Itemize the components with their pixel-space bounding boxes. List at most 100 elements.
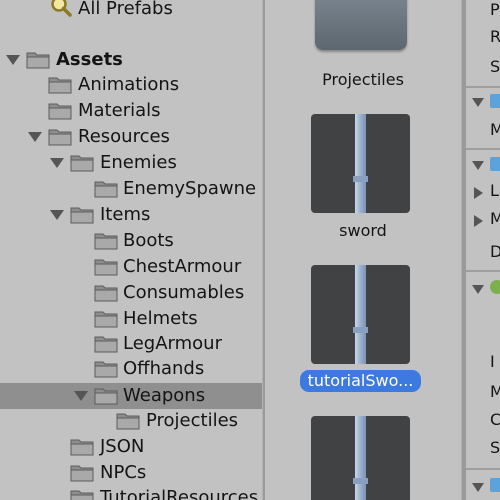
tree-item-label: NPCs [100, 462, 147, 483]
folder-icon [94, 361, 118, 378]
asset-sword-variant[interactable] [265, 416, 461, 500]
folder-icon [26, 52, 50, 69]
tree-item-label: TutorialResources [100, 487, 259, 500]
tree-item-npcs[interactable]: NPCs [0, 460, 262, 486]
expand-arrow-icon[interactable] [50, 210, 64, 220]
inspector-field-label: M [490, 382, 500, 401]
script-component-icon [490, 94, 500, 108]
tree-item-tutorialresources[interactable]: TutorialResources [0, 485, 262, 500]
tree-item-helmets[interactable]: Helmets [0, 306, 262, 332]
tree-item-label: Resources [78, 126, 170, 147]
tree-item-json[interactable]: JSON [0, 434, 262, 460]
tree-item-label: Consumables [123, 282, 245, 303]
tree-item-label: Helmets [123, 308, 198, 329]
folder-icon [70, 155, 94, 172]
folder-icon [94, 285, 118, 302]
asset-grid: Projectiles sword tutorialSwo... [265, 0, 461, 500]
inspector-field-label: M [490, 209, 500, 228]
folder-icon [70, 207, 94, 224]
inspector-separator [466, 468, 500, 470]
folder-icon [94, 336, 118, 353]
tree-item-assets[interactable]: Assets [0, 47, 262, 73]
tree-item-label: Boots [123, 230, 174, 251]
inspector-field-label: M [490, 120, 500, 139]
tree-item-label: Enemies [100, 152, 177, 173]
inspector-field-label: S [490, 57, 500, 76]
tree-item-label: Projectiles [146, 410, 239, 431]
expand-arrow-icon[interactable] [50, 158, 64, 168]
tree-item-label: Offhands [123, 358, 205, 379]
asset-tutorialsword[interactable]: tutorialSwo... [265, 265, 461, 395]
tree-item-all-prefabs[interactable]: All Prefabs [0, 0, 262, 22]
inspector-field-label: S [490, 438, 500, 457]
tree-item-label: JSON [100, 436, 145, 457]
folder-icon [94, 259, 118, 276]
tree-item-label: Items [100, 204, 151, 225]
expand-arrow-icon[interactable] [6, 55, 20, 65]
folder-icon [94, 181, 118, 198]
tree-item-boots[interactable]: Boots [0, 228, 262, 254]
inspector-field-label: R [490, 27, 500, 46]
tree-item-label: EnemySpawne [123, 178, 257, 199]
tree-item-materials[interactable]: Materials [0, 98, 262, 124]
folder-icon [94, 233, 118, 250]
tree-item-animations[interactable]: Animations [0, 72, 262, 98]
tree-item-label: ChestArmour [123, 256, 242, 277]
sword-prefab-icon [311, 114, 410, 213]
inspector-field-label: C [490, 410, 500, 429]
foldout-arrow-icon[interactable] [472, 285, 484, 294]
foldout-arrow-icon[interactable] [472, 483, 484, 492]
foldout-arrow-icon[interactable] [472, 161, 484, 170]
collapsed-arrow-icon[interactable] [474, 187, 483, 199]
folder-icon [48, 103, 72, 120]
foldout-arrow-icon[interactable] [472, 98, 484, 107]
tree-item-chestarmour[interactable]: ChestArmour [0, 254, 262, 280]
tree-item-offhands[interactable]: Offhands [0, 356, 262, 382]
folder-icon [315, 0, 407, 50]
folder-icon [48, 77, 72, 94]
inspector-field-label: P [490, 0, 500, 19]
asset-label-selected: tutorialSwo... [300, 370, 421, 392]
expand-arrow-icon[interactable] [28, 132, 42, 142]
component-icon [490, 280, 500, 294]
inspector-panel: P R S M L M D I M C S [466, 0, 500, 500]
project-folder-tree: All Prefabs Assets Animations Materials … [0, 0, 262, 500]
script-component-icon [490, 157, 500, 171]
folder-icon [116, 413, 140, 430]
inspector-separator [466, 270, 500, 272]
tree-item-weapons[interactable]: Weapons [0, 383, 262, 409]
asset-projectiles[interactable]: Projectiles [265, 0, 461, 90]
tree-item-projectiles[interactable]: Projectiles [0, 408, 262, 434]
inspector-separator [466, 86, 500, 88]
tree-item-enemyspawner[interactable]: EnemySpawne [0, 176, 262, 202]
tree-item-items[interactable]: Items [0, 202, 262, 228]
asset-sword[interactable]: sword [265, 114, 461, 244]
tree-item-consumables[interactable]: Consumables [0, 280, 262, 306]
tree-item-label: Animations [78, 74, 180, 95]
folder-icon [94, 311, 118, 328]
sword-prefab-icon [311, 265, 410, 364]
collapsed-arrow-icon[interactable] [474, 215, 483, 227]
tree-item-enemies[interactable]: Enemies [0, 150, 262, 176]
folder-icon [70, 465, 94, 482]
asset-label: Projectiles [322, 70, 404, 89]
folder-icon [94, 388, 118, 405]
tree-item-label: LegArmour [123, 333, 222, 354]
tree-item-label: Materials [78, 100, 161, 121]
script-component-icon [490, 478, 500, 492]
tree-item-label: Assets [56, 49, 123, 70]
expand-arrow-icon[interactable] [74, 391, 88, 401]
sword-prefab-icon [311, 416, 410, 500]
search-icon [51, 0, 72, 17]
tree-item-label: All Prefabs [78, 0, 173, 19]
tree-item-resources[interactable]: Resources [0, 124, 262, 150]
inspector-field-label: I [490, 352, 495, 371]
inspector-separator [466, 148, 500, 150]
folder-icon [48, 129, 72, 146]
inspector-field-label: D [490, 242, 500, 261]
tree-item-legarmour[interactable]: LegArmour [0, 331, 262, 357]
asset-label: sword [339, 221, 387, 240]
folder-icon [70, 490, 94, 500]
inspector-field-label: L [490, 181, 499, 200]
folder-icon [70, 439, 94, 456]
